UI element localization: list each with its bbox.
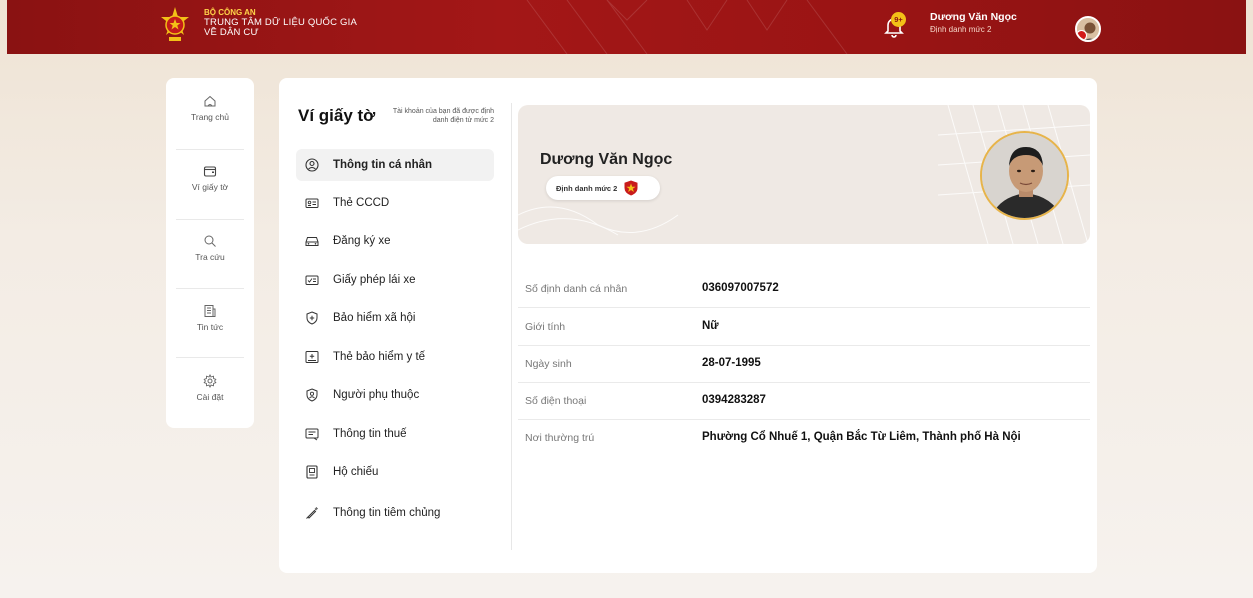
person-portrait (982, 133, 1067, 218)
menu-label: Bảo hiểm xã hội (333, 312, 416, 324)
info-value: Nữ (702, 320, 719, 332)
menu-item-social-insurance[interactable]: Bảo hiểm xã hội (296, 302, 494, 334)
search-icon (204, 235, 216, 247)
menu-item-passport[interactable]: Hộ chiếu (296, 456, 494, 488)
menu-label: Hộ chiếu (333, 466, 379, 478)
nav-label-news: Tin tức (196, 322, 224, 332)
menu-item-dependents[interactable]: Người phụ thuộc (296, 379, 494, 411)
id-card-icon (304, 195, 320, 211)
top-header (7, 0, 1246, 54)
nav-divider (176, 219, 244, 220)
menu-item-vehicle-registration[interactable]: Đăng ký xe (296, 225, 494, 257)
wallet-icon (203, 166, 217, 177)
police-emblem-logo[interactable] (159, 6, 191, 44)
header-pattern (526, 0, 848, 54)
menu-label: Thẻ bảo hiểm y tế (333, 351, 426, 363)
nav-label-home: Trang chủ (191, 112, 229, 122)
info-value: 036097007572 (702, 282, 779, 294)
brand-text: BỘ CÔNG AN TRUNG TÂM DỮ LIỆU QUỐC GIA VỀ… (204, 8, 357, 38)
info-key: Số định danh cá nhân (525, 283, 628, 295)
home-icon (204, 95, 216, 107)
header-user-name[interactable]: Dương Văn Ngọc (930, 11, 1017, 23)
nav-label-search: Tra cứu (195, 252, 225, 262)
column-divider (511, 103, 512, 550)
level-shield-icon (624, 180, 638, 196)
shield-plus-icon (304, 310, 320, 326)
info-row-id-number: Số định danh cá nhân 036097007572 (518, 270, 1090, 308)
car-icon (304, 233, 320, 249)
menu-item-tax-info[interactable]: Thông tin thuế (296, 418, 494, 450)
menu-label: Giấy phép lái xe (333, 274, 416, 286)
verification-level-chip: Định danh mức 2 (546, 176, 660, 200)
syringe-icon (304, 505, 320, 521)
info-row-gender: Giới tính Nữ (518, 308, 1090, 346)
info-value: Phường Cổ Nhuế 1, Quận Bắc Từ Liêm, Thàn… (702, 431, 1021, 443)
nav-item-wallet[interactable]: Ví giấy tờ (166, 164, 254, 234)
gear-icon (203, 374, 217, 388)
nav-label-settings: Cài đặt (196, 392, 224, 402)
passport-icon (304, 464, 320, 480)
nav-item-news[interactable]: Tin tức (166, 304, 254, 374)
info-key: Số điện thoại (525, 395, 587, 407)
menu-label: Thông tin cá nhân (333, 159, 433, 171)
menu-label: Thông tin tiêm chủng (333, 507, 441, 519)
news-icon (204, 305, 216, 317)
header-user-level: Định danh mức 2 (930, 25, 992, 34)
info-row-permanent-address: Nơi thường trú Phường Cổ Nhuế 1, Quận Bắ… (518, 419, 1090, 457)
info-row-birth-date: Ngày sinh 28-07-1995 (518, 345, 1090, 383)
nav-item-search[interactable]: Tra cứu (166, 234, 254, 304)
info-row-phone: Số điện thoại 0394283287 (518, 382, 1090, 420)
menu-item-health-insurance[interactable]: Thẻ bảo hiểm y tế (296, 341, 494, 373)
verification-level-label: Định danh mức 2 (556, 183, 618, 193)
menu-item-personal-info[interactable]: Thông tin cá nhân (296, 149, 494, 181)
license-icon (304, 272, 320, 288)
health-card-icon (304, 349, 320, 365)
user-circle-icon (304, 157, 320, 173)
notification-badge: 9+ (891, 12, 906, 27)
info-value: 28-07-1995 (702, 357, 761, 369)
profile-photo (980, 131, 1069, 220)
info-key: Giới tính (525, 321, 566, 333)
brand-line-3: VỀ DÂN CƯ (204, 27, 259, 38)
nav-label-wallet: Ví giấy tờ (191, 182, 229, 192)
info-key: Ngày sinh (525, 358, 572, 370)
menu-item-cccd[interactable]: Thẻ CCCD (296, 187, 494, 219)
nav-divider (176, 357, 244, 358)
nav-divider (176, 288, 244, 289)
nav-divider (176, 149, 244, 150)
menu-label: Đăng ký xe (333, 235, 391, 247)
nav-item-settings[interactable]: Cài đặt (166, 374, 254, 444)
info-value: 0394283287 (702, 394, 766, 406)
menu-label: Người phụ thuộc (333, 389, 420, 401)
nav-item-home[interactable]: Trang chủ (166, 94, 254, 164)
header-avatar[interactable] (1075, 16, 1101, 42)
menu-label: Thẻ CCCD (333, 197, 390, 209)
tax-icon (304, 426, 320, 442)
info-key: Nơi thường trú (525, 432, 595, 444)
profile-name: Dương Văn Ngọc (540, 151, 673, 168)
menu-verification-note: Tài khoản của bạn đã được định danh điện… (392, 108, 494, 124)
menu-label: Thông tin thuế (333, 428, 407, 440)
avatar-level-badge (1077, 30, 1087, 40)
dependent-icon (304, 387, 320, 403)
menu-item-driving-license[interactable]: Giấy phép lái xe (296, 264, 494, 296)
left-navigation: Trang chủ Ví giấy tờ Tra cứu Tin tức Cài… (166, 78, 254, 428)
menu-item-vaccination-info[interactable]: Thông tin tiêm chủng (296, 497, 494, 529)
menu-title: Ví giấy tờ (298, 106, 376, 125)
